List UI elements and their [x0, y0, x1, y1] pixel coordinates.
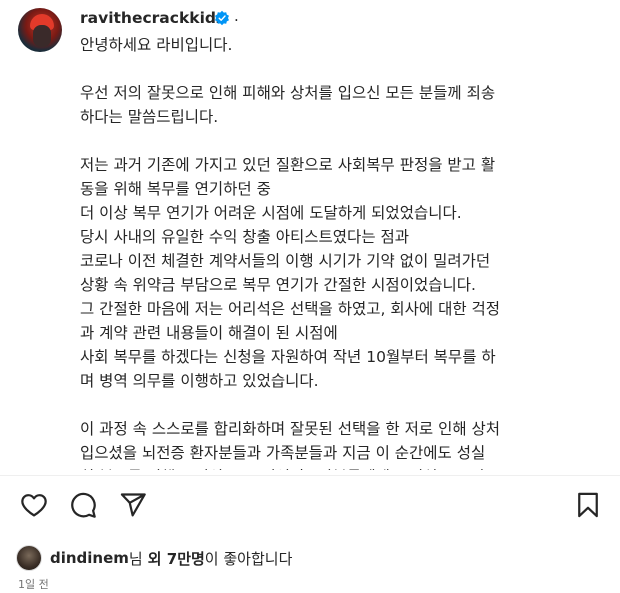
caption-line: 당시 사내의 유일한 수익 창출 아티스트였다는 점과	[80, 228, 410, 246]
caption-line: 상황 속 위약금 부담으로 복무 연기가 간절한 시점이었습니다.	[80, 276, 476, 294]
comment-icon	[71, 492, 96, 518]
caption-line: 우선 저의 잘못으로 인해 피해와 상처를 입으신 모든 분들께 죄송	[80, 84, 496, 102]
caption-line: 더 이상 복무 연기가 어려운 시점에 도달하게 되었었습니다.	[80, 204, 462, 222]
divider	[0, 475, 620, 476]
caption-line: 입으셨을 뇌전증 환자분들과 가족분들과 지금 이 순간에도 성실	[80, 444, 486, 462]
avatar-face	[33, 25, 51, 47]
caption-line: 히 복무를 이행 중이신 모든 병역의무자분들에게도 진심으로 사	[80, 465, 610, 470]
caption-line: 이 과정 속 스스로를 합리화하며 잘못된 선택을 한 저로 인해 상처	[80, 420, 501, 438]
caption-line: 코로나 이전 체결한 계약서들의 이행 시기가 기약 없이 밀려가던	[80, 252, 491, 270]
verified-badge-icon	[215, 10, 229, 26]
author-avatar[interactable]	[18, 8, 62, 52]
caption-line: 동을 위해 복무를 연기하던 중	[80, 180, 271, 198]
caption-blank-line	[80, 129, 610, 153]
caption-line: 저는 과거 기존에 가지고 있던 질환으로 사회복무 판정을 받고 활	[80, 156, 496, 174]
author-username[interactable]: ravithecrackkidz	[80, 9, 225, 27]
caption-line: 과 계약 관련 내용들이 해결이 된 시점에	[80, 324, 338, 342]
liker-username[interactable]: dindinem	[50, 549, 129, 567]
share-button[interactable]	[117, 489, 149, 521]
action-bar	[0, 489, 620, 529]
caption-blank-line	[80, 393, 610, 417]
caption-line: 그 간절한 마음에 저는 어리석은 선택을 하였고, 회사에 대한 걱정	[80, 300, 501, 318]
caption-line: 며 병역 의무를 이행하고 있었습니다.	[80, 372, 319, 390]
likes-summary: dindinem 님 외 7만명 이 좋아합니다	[16, 543, 292, 573]
caption-line: 하다는 말씀드립니다.	[80, 108, 219, 126]
save-button[interactable]	[572, 489, 604, 521]
like-button[interactable]	[18, 489, 50, 521]
bookmark-icon	[578, 492, 598, 518]
post-timestamp[interactable]: 1일 전	[18, 576, 49, 592]
likes-count-link[interactable]: 외 7만명	[148, 548, 205, 569]
comment-button[interactable]	[67, 489, 99, 521]
send-icon	[120, 493, 146, 517]
caption-line: 사회 복무를 하겠다는 신청을 자원하여 작년 10월부터 복무를 하	[80, 348, 496, 366]
liker-avatar[interactable]	[16, 545, 42, 571]
caption-line: 안녕하세요 라비입니다.	[80, 36, 233, 54]
heart-icon	[21, 494, 47, 517]
caption-blank-line	[80, 57, 610, 81]
liker-honorific: 님	[128, 549, 143, 568]
likes-text: 이 좋아합니다	[204, 549, 293, 568]
post-caption: 안녕하세요 라비입니다. 우선 저의 잘못으로 인해 피해와 상처를 입으신 모든…	[80, 33, 610, 470]
username-separator: .	[234, 7, 239, 25]
